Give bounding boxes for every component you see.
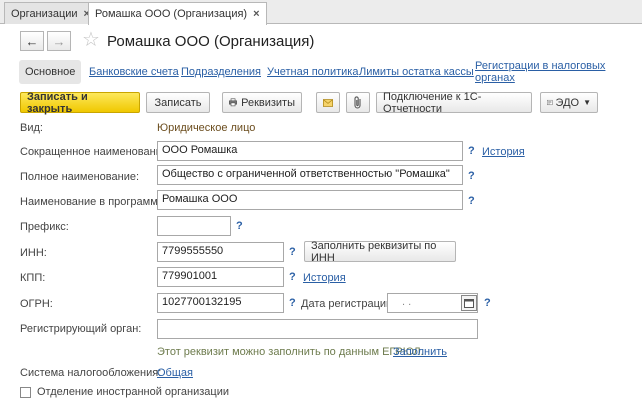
fill-from-egrul-link[interactable]: Заполнить xyxy=(393,346,447,358)
printer-icon xyxy=(229,98,238,107)
calendar-icon[interactable] xyxy=(461,295,477,311)
foreign-branch-checkbox[interactable] xyxy=(20,387,31,398)
section-label: Регистрации в налоговых органах xyxy=(475,60,606,84)
full-name-input[interactable]: Общество с ограниченной ответственностью… xyxy=(157,165,463,185)
section-bank-accounts[interactable]: Банковские счета xyxy=(89,60,179,84)
paperclip-icon xyxy=(354,96,361,109)
short-name-history-link[interactable]: История xyxy=(482,146,525,158)
help-icon[interactable]: ? xyxy=(289,271,296,283)
edo-button[interactable]: ЭДО ▼ xyxy=(540,92,598,113)
envelope-icon xyxy=(323,98,333,107)
save-and-close-button[interactable]: Записать и закрыть xyxy=(20,91,140,115)
kpp-input[interactable]: 779901001 xyxy=(157,267,284,287)
arrow-right-icon: → xyxy=(52,33,66,49)
requisites-button[interactable]: Реквизиты xyxy=(222,92,302,113)
help-icon[interactable]: ? xyxy=(468,145,475,157)
help-icon[interactable]: ? xyxy=(236,220,243,232)
tab-label: Ромашка ООО (Организация) xyxy=(95,8,248,20)
reg-authority-label: Регистрирующий орган: xyxy=(20,323,142,335)
ogrn-label: ОГРН: xyxy=(20,298,53,310)
short-name-label: Сокращенное наименование: xyxy=(20,146,172,158)
edo-icon xyxy=(547,99,553,106)
email-button[interactable] xyxy=(316,92,340,113)
tab-label: Организации xyxy=(11,7,78,20)
reg-authority-input[interactable] xyxy=(157,319,478,339)
tax-system-link[interactable]: Общая xyxy=(157,367,193,379)
egrul-hint: Этот реквизит можно заполнить по данным … xyxy=(157,346,424,358)
inn-label: ИНН: xyxy=(20,247,47,259)
ogrn-input[interactable]: 1027700132195 xyxy=(157,293,284,313)
save-button[interactable]: Записать xyxy=(146,92,210,113)
inn-input[interactable]: 7799555550 xyxy=(157,242,284,262)
connect-1c-reporting-button[interactable]: Подключение к 1С-Отчетности xyxy=(376,91,532,115)
kind-value[interactable]: Юридическое лицо xyxy=(157,122,255,134)
attach-button[interactable] xyxy=(346,92,370,113)
prefix-input[interactable] xyxy=(157,216,231,236)
section-tax-registrations[interactable]: Регистрации в налоговых органах xyxy=(475,60,642,84)
section-label: Банковские счета xyxy=(89,66,179,78)
kind-label: Вид: xyxy=(20,122,43,134)
kpp-history-link[interactable]: История xyxy=(303,272,346,284)
favorite-star-icon[interactable]: ☆ xyxy=(82,29,100,51)
page-title: Ромашка ООО (Организация) xyxy=(107,33,315,50)
arrow-left-icon: ← xyxy=(25,33,39,49)
close-icon[interactable]: × xyxy=(253,8,259,20)
section-label: Учетная политика xyxy=(267,66,359,78)
section-label: Подразделения xyxy=(181,66,261,78)
short-name-input[interactable]: ООО Ромашка xyxy=(157,141,463,161)
section-divisions[interactable]: Подразделения xyxy=(181,60,261,84)
tab-organizations[interactable]: Организации × xyxy=(4,2,97,24)
section-label: Лимиты остатка кассы xyxy=(359,66,474,78)
forward-button[interactable]: → xyxy=(47,31,71,51)
kpp-label: КПП: xyxy=(20,272,46,284)
back-button[interactable]: ← xyxy=(20,31,44,51)
help-icon[interactable]: ? xyxy=(484,297,491,309)
help-icon[interactable]: ? xyxy=(289,297,296,309)
program-name-label: Наименование в программе: xyxy=(20,196,167,208)
tab-bar: Организации × Ромашка ООО (Организация) … xyxy=(0,0,642,25)
help-icon[interactable]: ? xyxy=(468,195,475,207)
help-icon[interactable]: ? xyxy=(289,246,296,258)
section-basic[interactable]: Основное xyxy=(19,60,82,84)
requisites-label: Реквизиты xyxy=(241,96,295,109)
chevron-down-icon: ▼ xyxy=(583,98,591,107)
edo-label: ЭДО xyxy=(555,96,580,109)
reg-date-label: Дата регистрации: xyxy=(301,298,396,310)
section-accounting-policy[interactable]: Учетная политика xyxy=(267,60,358,84)
foreign-branch-label: Отделение иностранной организации xyxy=(37,386,230,398)
tab-romashka[interactable]: Ромашка ООО (Организация) × xyxy=(88,2,267,25)
help-icon[interactable]: ? xyxy=(468,170,475,182)
program-name-input[interactable]: Ромашка ООО xyxy=(157,190,463,210)
fill-by-inn-button[interactable]: Заполнить реквизиты по ИНН xyxy=(304,240,456,264)
section-cash-limits[interactable]: Лимиты остатка кассы xyxy=(359,60,474,84)
full-name-label: Полное наименование: xyxy=(20,171,140,183)
reg-date-value: . . xyxy=(402,296,412,308)
prefix-label: Префикс: xyxy=(20,221,69,233)
tax-system-label: Система налогообложения: xyxy=(20,367,162,379)
